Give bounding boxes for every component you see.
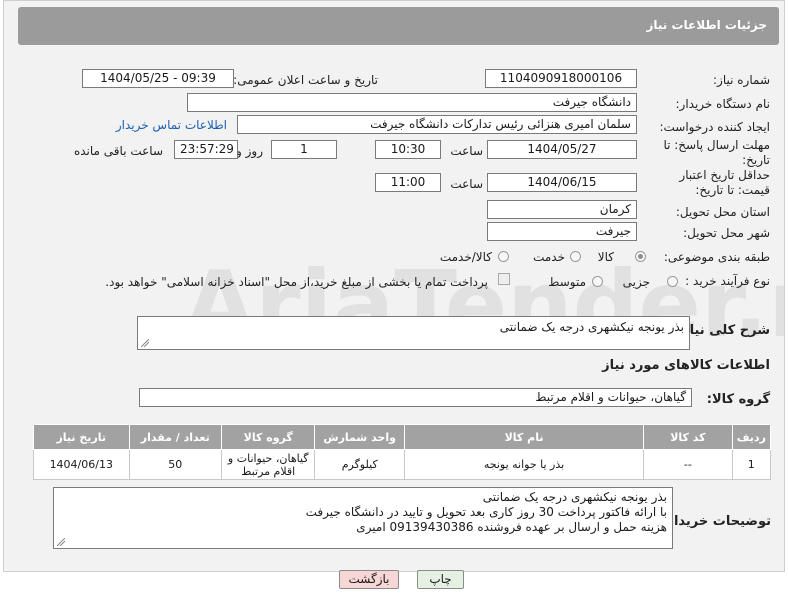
resize-grip-icon[interactable] <box>141 339 149 347</box>
announce-datetime-label: تاریخ و ساعت اعلان عمومی: <box>233 73 378 87</box>
col-code: کد کالا <box>643 424 733 450</box>
category-service-label: خدمت <box>533 250 565 264</box>
deadline-date-field: 1404/05/27 <box>487 140 637 159</box>
cell-qty: 50 <box>128 449 223 480</box>
col-qty: تعداد / مقدار <box>128 424 223 450</box>
col-unit: واحد شمارش <box>314 424 405 450</box>
table-header-row: ردیف کد کالا نام کالا واحد شمارش گروه کا… <box>33 424 772 450</box>
col-row: ردیف <box>731 424 772 450</box>
creator-field: سلمان امیری هنزائی رئیس تدارکات دانشگاه … <box>237 115 637 134</box>
category-goods-service-radio[interactable] <box>498 251 509 262</box>
price-validity-label: حداقل تاریخ اعتبار قیمت: تا تاریخ: <box>679 168 770 197</box>
treasury-note: پرداخت تمام یا بخشی از مبلغ خرید،از محل … <box>105 275 488 289</box>
buyer-note-line: بذر یونجه نیکشهری درجه یک ضمانتی <box>482 490 667 504</box>
category-goods-radio[interactable] <box>635 251 646 262</box>
buyer-org-field: دانشگاه جیرفت <box>187 93 637 112</box>
cell-date: 1404/06/13 <box>33 449 130 480</box>
deadline-days-field: 1 <box>271 140 337 159</box>
remaining-label: ساعت باقی مانده <box>73 144 163 158</box>
city-label: شهر محل تحویل: <box>683 226 770 240</box>
general-desc-label: شرح کلی نیاز: <box>676 323 770 338</box>
province-label: استان محل تحویل: <box>675 205 770 219</box>
need-number-label: شماره نیاز: <box>713 73 770 87</box>
price-validity-time-label: ساعت <box>450 177 483 191</box>
resize-grip-icon[interactable] <box>57 538 65 546</box>
category-label: طبقه بندی موضوعی: <box>663 250 770 264</box>
goods-group-field: گیاهان، حیوانات و اقلام مرتبط <box>139 388 692 407</box>
price-validity-date-field: 1404/06/15 <box>487 173 637 192</box>
title-bar: جزئیات اطلاعات نیاز <box>18 7 779 45</box>
process-medium-radio[interactable] <box>592 276 603 287</box>
creator-label: ایجاد کننده درخواست: <box>659 120 770 134</box>
buyer-notes-label: توضیحات خریدار: <box>661 514 771 529</box>
buyer-note-line: با ارائه فاکتور پرداخت 30 روز کاری بعد ت… <box>305 505 667 519</box>
goods-info-heading: اطلاعات کالاهای مورد نیاز <box>602 358 770 373</box>
process-minor-label: جزیی <box>622 275 650 289</box>
goods-group-label: گروه کالا: <box>706 392 770 407</box>
category-service-radio[interactable] <box>570 251 581 262</box>
announce-datetime-field: 1404/05/25 - 09:39 <box>82 69 234 88</box>
process-type-label: نوع فرآیند خرید : <box>685 274 770 288</box>
cell-unit: کیلوگرم <box>314 449 405 480</box>
buyer-org-label: نام دستگاه خریدار: <box>675 97 771 111</box>
print-button[interactable]: چاپ <box>417 570 464 589</box>
cell-row: 1 <box>731 449 772 480</box>
need-number-field: 1104090918000106 <box>485 69 637 88</box>
price-validity-time-field: 11:00 <box>375 173 441 192</box>
col-date: تاریخ نیاز <box>33 424 130 450</box>
cell-code: -- <box>643 449 733 480</box>
deadline-label: مهلت ارسال پاسخ: تا تاریخ: <box>663 138 770 167</box>
goods-table: ردیف کد کالا نام کالا واحد شمارش گروه کا… <box>33 424 772 480</box>
back-button[interactable]: بازگشت <box>339 570 399 589</box>
buyer-notes-field[interactable]: بذر یونجه نیکشهری درجه یک ضمانتی با ارائ… <box>53 487 673 549</box>
cell-group: گیاهان، حیوانات و اقلام مرتبط <box>220 449 316 480</box>
treasury-checkbox[interactable] <box>498 273 510 285</box>
col-group: گروه کالا <box>220 424 316 450</box>
category-goods-label: کالا <box>597 250 614 264</box>
category-goods-service-label: کالا/خدمت <box>439 250 492 264</box>
col-name: نام کالا <box>403 424 645 450</box>
buyer-note-line: هزینه حمل و ارسال بر عهده فروشنده 091394… <box>356 520 667 534</box>
page-title: جزئیات اطلاعات نیاز <box>646 18 767 32</box>
remaining-time-field: 23:57:29 <box>174 140 238 159</box>
buyer-contact-link[interactable]: اطلاعات تماس خریدار <box>116 118 227 132</box>
table-row: 1 -- بذر یا جوانه یونجه کیلوگرم گیاهان، … <box>33 449 772 480</box>
process-minor-radio[interactable] <box>667 276 678 287</box>
province-field: کرمان <box>487 200 637 219</box>
city-field: جیرفت <box>487 222 637 241</box>
day-and-label: روز و <box>236 144 263 158</box>
deadline-time-label: ساعت <box>450 144 483 158</box>
deadline-time-field: 10:30 <box>375 140 441 159</box>
cell-name: بذر یا جوانه یونجه <box>403 449 645 480</box>
process-medium-label: متوسط <box>548 275 586 289</box>
general-desc-field[interactable]: بذر یونجه نیکشهری درجه یک ضمانتی <box>137 316 690 350</box>
